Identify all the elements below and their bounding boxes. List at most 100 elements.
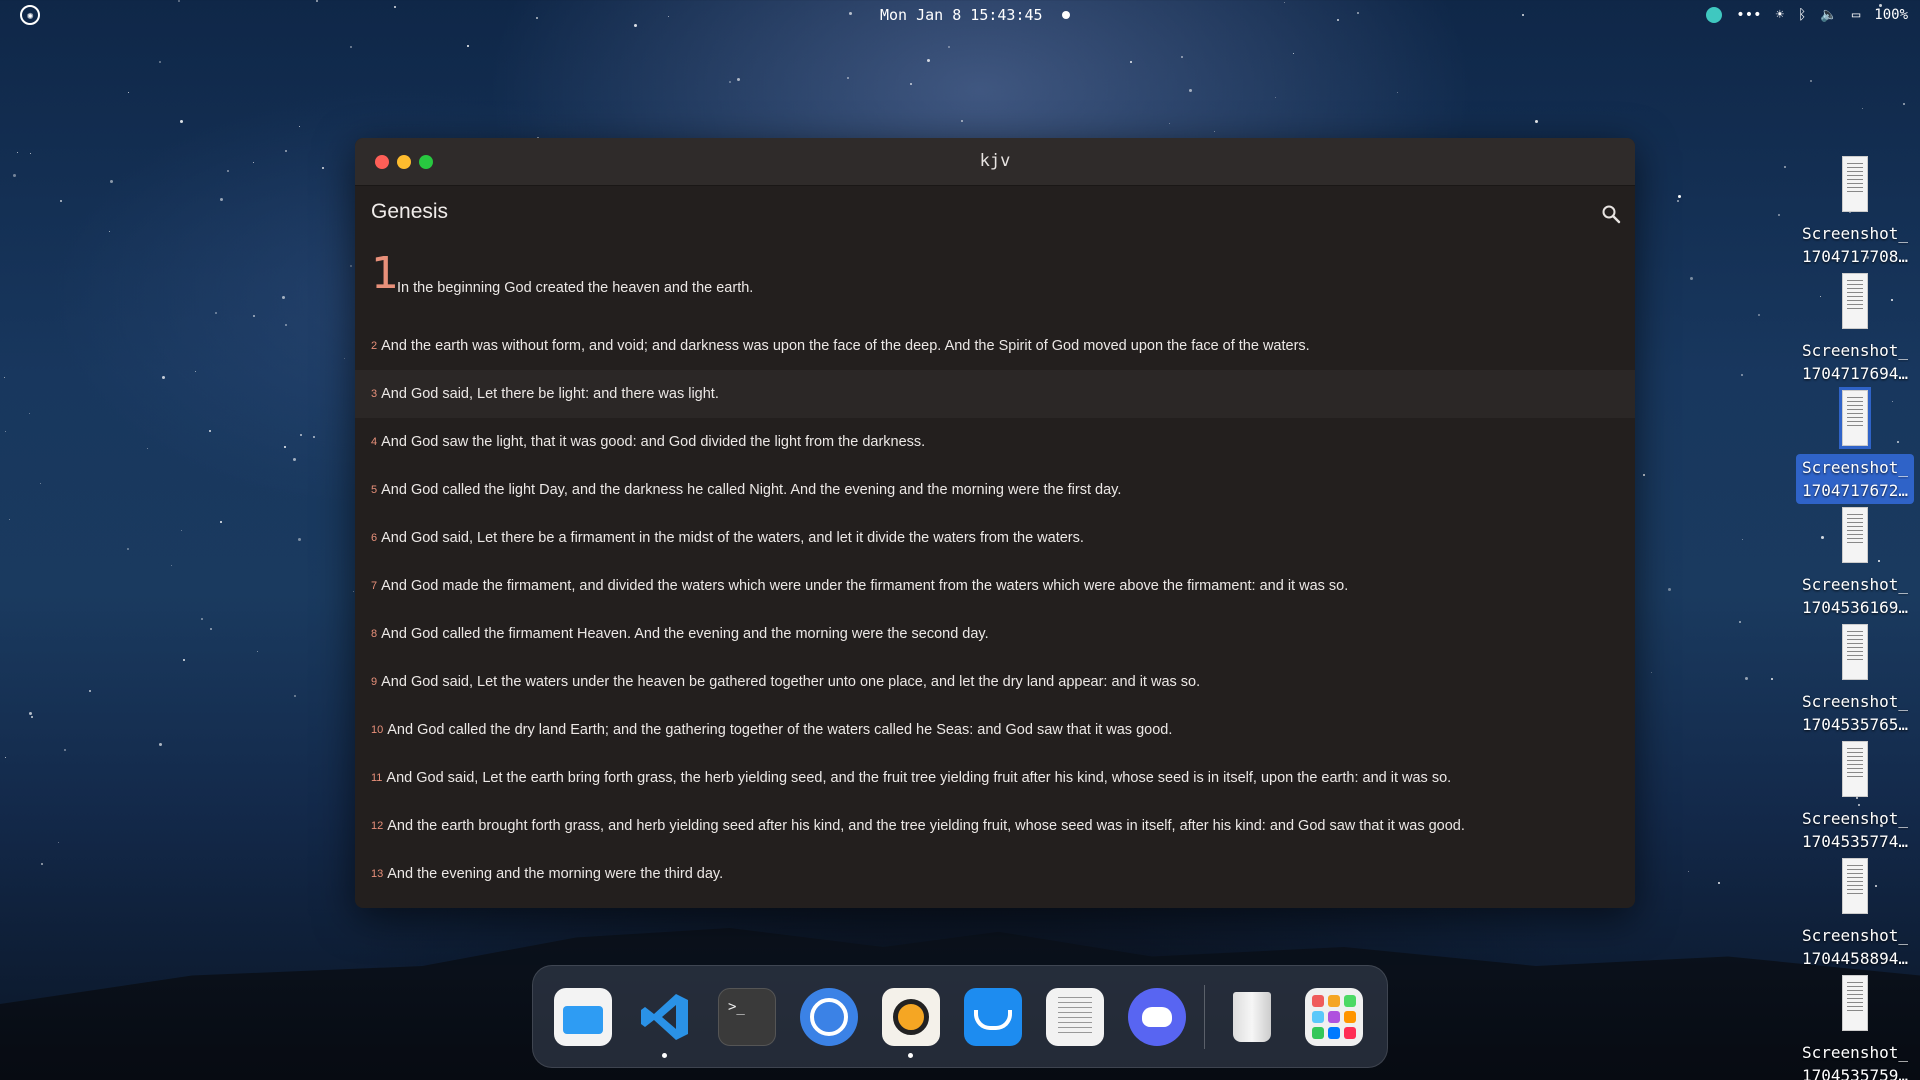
- files-app-icon[interactable]: [554, 987, 612, 1046]
- star: [299, 126, 300, 127]
- star: [847, 77, 849, 79]
- star: [1677, 200, 1679, 202]
- verse-10[interactable]: 10 And God called the dry land Earth; and…: [355, 706, 1635, 754]
- star: [948, 46, 950, 48]
- star: [17, 152, 18, 153]
- battery-icon[interactable]: ▭: [1852, 5, 1860, 25]
- bluetooth-icon[interactable]: ᛒ: [1798, 5, 1806, 25]
- star: [1742, 539, 1743, 540]
- book-title[interactable]: Genesis: [371, 200, 448, 224]
- verse-text: And God called the dry land Earth; and t…: [387, 722, 1173, 738]
- star: [1784, 166, 1786, 168]
- desktop-file[interactable]: Screenshot_ 1704458894…: [1792, 852, 1918, 969]
- star: [910, 83, 912, 85]
- verse-13[interactable]: 13 And the evening and the morning were t…: [355, 850, 1635, 898]
- file-thumbnail: [1842, 507, 1868, 563]
- verse-11[interactable]: 11 And God said, Let the earth bring fort…: [355, 754, 1635, 802]
- vscode-icon[interactable]: [636, 988, 694, 1058]
- window-title: kjv: [979, 151, 1011, 171]
- title-bar[interactable]: kjv: [355, 138, 1635, 186]
- verse-text: In the beginning God created the heaven …: [397, 280, 754, 296]
- verse-number: 8: [371, 628, 378, 640]
- star: [1651, 672, 1652, 673]
- search-icon[interactable]: [1601, 204, 1621, 224]
- star: [344, 358, 345, 359]
- file-thumbnail: [1842, 858, 1868, 914]
- verse-text: And God said, Let there be a firmament i…: [381, 530, 1084, 546]
- battery-percentage[interactable]: 100%: [1874, 5, 1908, 25]
- verse-number: 13: [371, 868, 384, 880]
- verse-9[interactable]: 9 And God said, Let the waters under the …: [355, 658, 1635, 706]
- star: [1678, 195, 1681, 198]
- star: [729, 81, 731, 83]
- desktop-file[interactable]: Screenshot_ 1704717694…: [1792, 267, 1918, 384]
- verse-6[interactable]: 6 And God said, Let there be a firmament …: [355, 514, 1635, 562]
- more-icon[interactable]: •••: [1736, 5, 1761, 25]
- verse-8[interactable]: 8 And God called the firmament Heaven. An…: [355, 610, 1635, 658]
- file-thumbnail: [1839, 387, 1871, 449]
- terminal-icon[interactable]: >_: [718, 987, 776, 1046]
- verse-12[interactable]: 12 And the earth brought forth grass, and…: [355, 802, 1635, 850]
- discord-icon[interactable]: [1128, 987, 1186, 1046]
- app-store-icon[interactable]: [964, 987, 1022, 1046]
- file-thumbnail: [1842, 273, 1868, 329]
- desktop-file[interactable]: Screenshot_ 1704717708…: [1792, 150, 1918, 267]
- star: [1771, 678, 1773, 680]
- verse-3[interactable]: 3 And God said, Let there be light: and t…: [355, 370, 1635, 418]
- verse-1[interactable]: 1 In the beginning God created the heave…: [355, 242, 1635, 322]
- tray-app-icon[interactable]: [1706, 7, 1723, 23]
- star: [29, 413, 30, 414]
- star: [467, 45, 469, 47]
- book-header: Genesis: [355, 186, 1635, 242]
- star: [285, 324, 287, 326]
- star: [110, 180, 113, 183]
- star: [1741, 374, 1743, 376]
- star: [89, 690, 91, 692]
- desktop-file[interactable]: Screenshot_ 1704535759…: [1792, 969, 1918, 1080]
- browser-icon[interactable]: [800, 987, 858, 1046]
- verse-number: 9: [371, 676, 378, 688]
- launcher-icon[interactable]: ✺: [20, 5, 40, 25]
- star: [209, 430, 211, 432]
- volume-icon[interactable]: 🔈: [1820, 5, 1837, 25]
- star: [353, 591, 354, 592]
- verse-text: And God made the firmament, and divided …: [381, 578, 1349, 594]
- star: [220, 198, 223, 201]
- star: [180, 120, 183, 123]
- verse-number: 12: [371, 820, 384, 832]
- trash-icon[interactable]: [1223, 988, 1281, 1046]
- vscode-logo-icon: [641, 993, 688, 1040]
- verse-text: And God called the firmament Heaven. And…: [381, 626, 989, 642]
- clock[interactable]: Mon Jan 8 15:43:45: [880, 6, 1043, 24]
- star: [227, 170, 229, 172]
- verse-number: 2: [371, 340, 378, 352]
- brightness-icon[interactable]: ☀: [1776, 5, 1784, 25]
- dock-separator: [1204, 984, 1205, 1049]
- desktop-file[interactable]: Screenshot_ 1704535765…: [1792, 618, 1918, 735]
- star: [31, 716, 33, 718]
- file-label: Screenshot_ 1704717672…: [1796, 454, 1914, 504]
- star: [195, 371, 196, 372]
- star: [294, 695, 296, 697]
- verse-2[interactable]: 2 And the earth was without form, and voi…: [355, 322, 1635, 370]
- podcasts-icon[interactable]: [882, 987, 940, 1058]
- text-editor-icon[interactable]: [1046, 987, 1104, 1046]
- desktop-file[interactable]: Screenshot_ 1704536169…: [1792, 501, 1918, 618]
- desktop-file[interactable]: Screenshot_ 1704535774…: [1792, 735, 1918, 852]
- star: [9, 519, 10, 520]
- verse-text: And the evening and the morning were the…: [387, 866, 724, 882]
- notification-dot[interactable]: [1062, 11, 1070, 19]
- verse-5[interactable]: 5 And God called the light Day, and the d…: [355, 466, 1635, 514]
- file-thumbnail: [1842, 624, 1868, 680]
- star: [1643, 474, 1645, 476]
- desktop-file-selected[interactable]: Screenshot_ 1704717672…: [1792, 384, 1918, 504]
- verse-7[interactable]: 7 And God made the firmament, and divided…: [355, 562, 1635, 610]
- star: [1758, 314, 1760, 316]
- verse-4[interactable]: 4 And God saw the light, that it was good…: [355, 418, 1635, 466]
- star: [1397, 92, 1398, 93]
- star: [40, 483, 41, 484]
- top-bar: ✺ Mon Jan 8 15:43:45 ••• ☀ ᛒ 🔈 ▭ 100%: [0, 0, 1920, 30]
- app-grid-icon[interactable]: [1305, 987, 1363, 1046]
- star: [4, 377, 5, 378]
- desktop-icons: Screenshot_ 1704717708… Screenshot_ 170471…: [1790, 150, 1920, 1080]
